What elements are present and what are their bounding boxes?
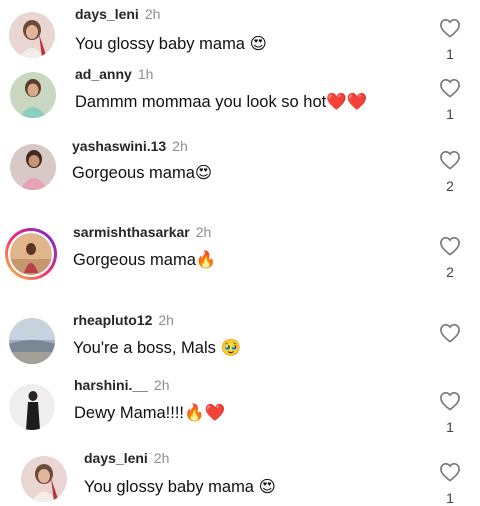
comment-text: Dewy Mama!!!!🔥❤️ <box>74 404 226 422</box>
like-control: 1 <box>438 462 462 506</box>
comment-text: You glossy baby mama 😍 <box>75 35 267 53</box>
avatar[interactable] <box>10 72 56 118</box>
username-text[interactable]: yashaswini.13 <box>72 138 166 154</box>
comment-item: harshini.__ 2h Dewy Mama!!!!🔥❤️ 1 <box>0 373 480 435</box>
like-count: 2 <box>446 178 454 194</box>
avatar[interactable] <box>9 12 55 58</box>
like-control: 1 <box>438 78 462 122</box>
avatar[interactable] <box>9 384 55 430</box>
comment-username[interactable]: sarmishthasarkar 2h <box>73 224 211 240</box>
avatar[interactable] <box>9 318 55 364</box>
heart-icon[interactable] <box>439 391 461 411</box>
username-text[interactable]: rheapluto12 <box>73 312 152 328</box>
username-text[interactable]: ad_anny <box>75 66 132 82</box>
comment-text: You're a boss, Mals 🥹 <box>73 339 241 357</box>
avatar <box>10 233 52 275</box>
like-control: 2 <box>438 150 462 194</box>
username-text[interactable]: days_leni <box>84 450 148 466</box>
like-control: 2 <box>438 236 462 280</box>
comment-item: sarmishthasarkar 2h Gorgeous mama🔥 2 <box>0 222 480 282</box>
heart-icon[interactable] <box>439 78 461 98</box>
heart-icon[interactable] <box>439 236 461 256</box>
comment-text: Dammm mommaa you look so hot❤️❤️ <box>75 93 368 111</box>
comment-text: Gorgeous mama🔥 <box>73 251 217 269</box>
like-control <box>438 323 462 351</box>
like-count: 2 <box>446 264 454 280</box>
comment-username[interactable]: rheapluto12 2h <box>73 312 174 328</box>
avatar[interactable] <box>10 144 56 190</box>
comment-text: You glossy baby mama 😍 <box>84 478 276 496</box>
comment-username[interactable]: days_leni 2h <box>84 450 169 466</box>
heart-icon[interactable] <box>439 462 461 482</box>
comment-username[interactable]: ad_anny 1h <box>75 66 153 82</box>
comment-item: rheapluto12 2h You're a boss, Mals 🥹 <box>0 309 480 369</box>
like-count: 1 <box>446 106 454 122</box>
comment-time: 2h <box>172 138 188 154</box>
comment-time: 2h <box>144 6 161 22</box>
username-text[interactable]: sarmishthasarkar <box>73 224 190 240</box>
comment-username[interactable]: yashaswini.13 2h <box>72 138 188 154</box>
comment-text: Gorgeous mama😍 <box>72 164 213 182</box>
like-control: 1 <box>438 18 462 62</box>
comment-time: 2h <box>153 450 170 466</box>
comment-username[interactable]: days_leni 2h <box>75 6 160 22</box>
comment-time: 2h <box>195 224 212 240</box>
comment-username[interactable]: harshini.__ 2h <box>74 377 170 393</box>
comment-item: days_leni 2h You glossy baby mama 😍 1 <box>0 0 480 62</box>
like-control: 1 <box>438 391 462 435</box>
comment-time: 1h <box>137 66 154 82</box>
comment-item: yashaswini.13 2h Gorgeous mama😍 2 <box>0 135 480 195</box>
avatar[interactable] <box>21 456 67 502</box>
comment-item: ad_anny 1h Dammm mommaa you look so hot❤️… <box>0 62 480 122</box>
comment-item: days_leni 2h You glossy baby mama 😍 1 <box>0 444 480 506</box>
comment-time: 2h <box>153 377 170 393</box>
avatar-story-ring[interactable] <box>5 228 57 280</box>
like-count: 1 <box>446 46 454 62</box>
heart-icon[interactable] <box>439 18 461 38</box>
heart-icon[interactable] <box>439 323 461 343</box>
like-count: 1 <box>446 419 454 435</box>
username-text[interactable]: days_leni <box>75 6 139 22</box>
heart-icon[interactable] <box>439 150 461 170</box>
username-text[interactable]: harshini.__ <box>74 377 148 393</box>
comment-time: 2h <box>158 312 174 328</box>
